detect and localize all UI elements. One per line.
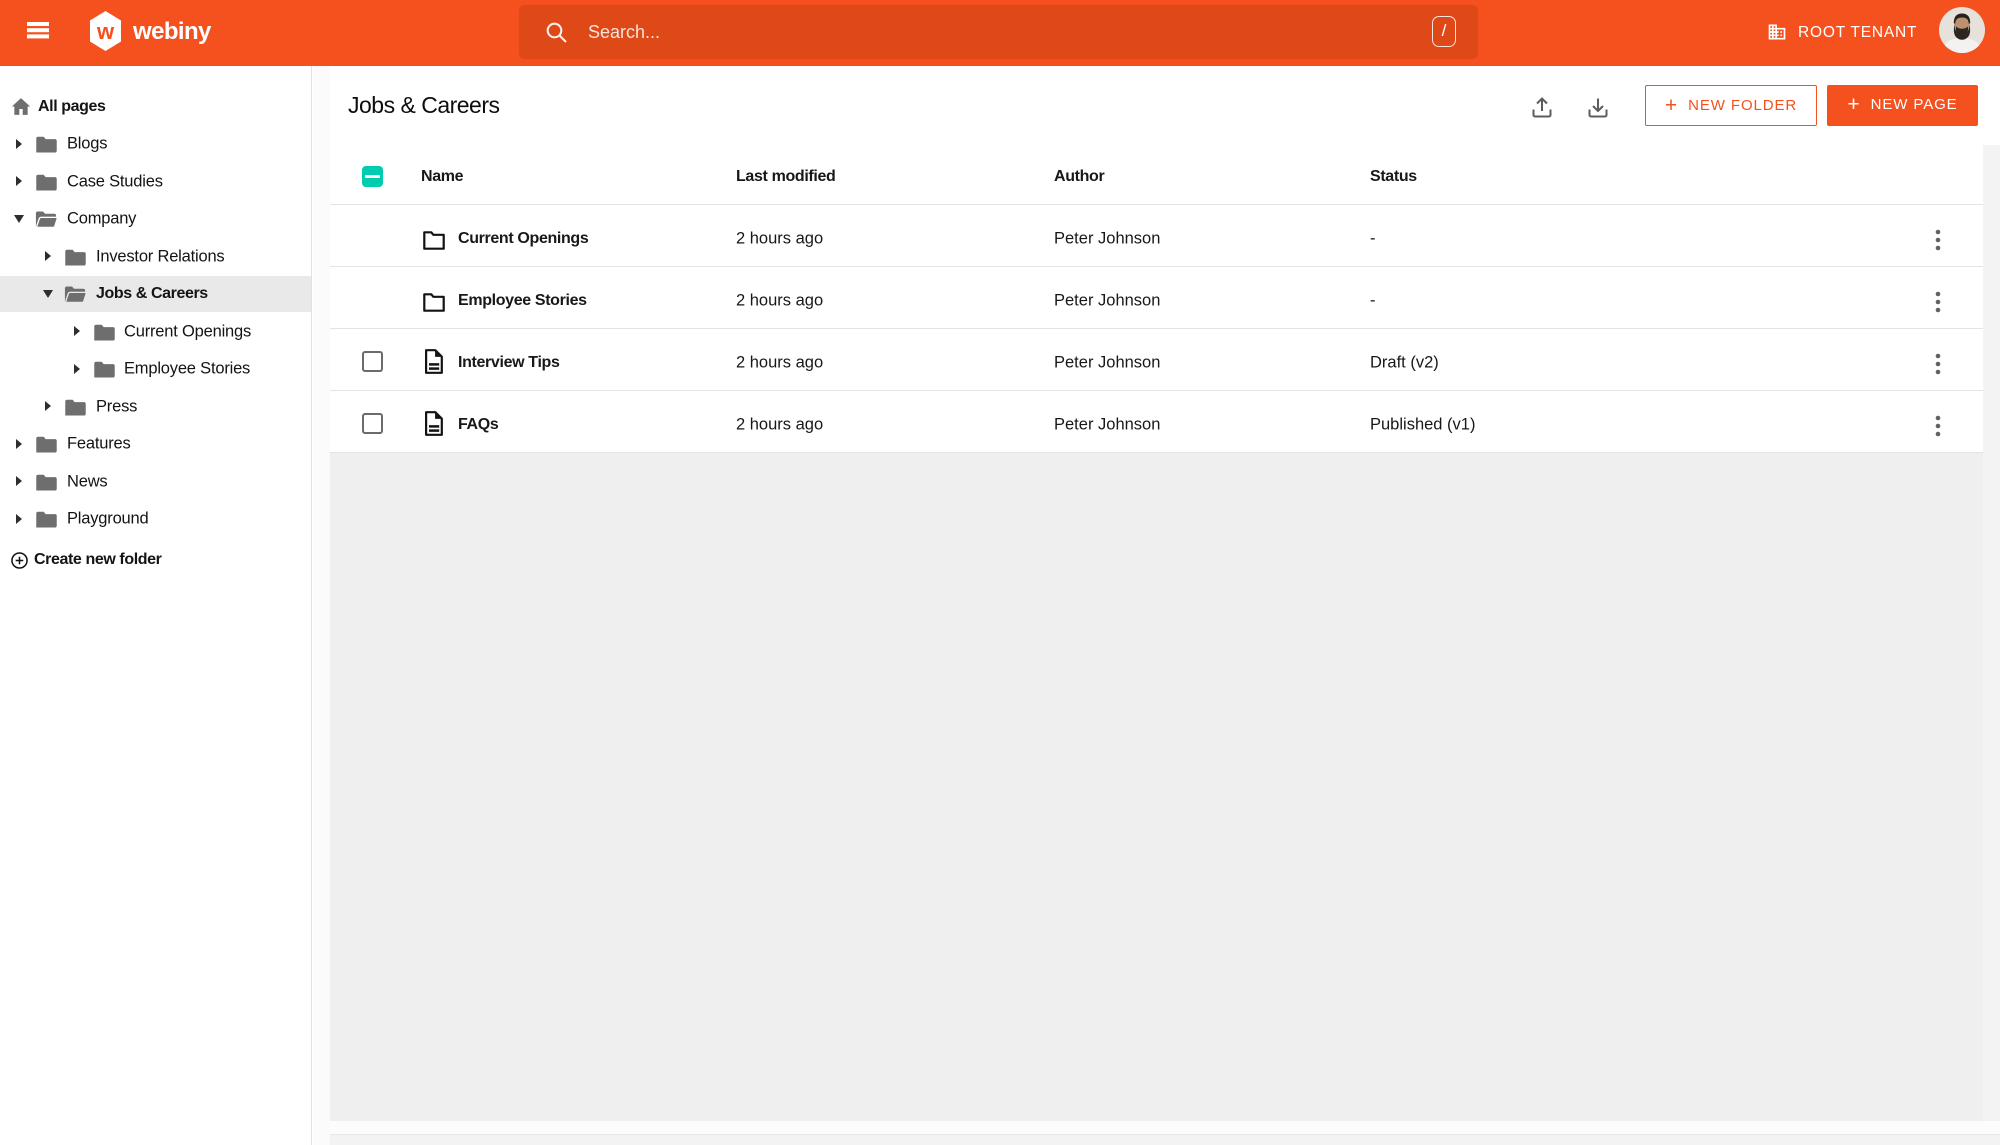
- svg-text:w: w: [96, 19, 115, 44]
